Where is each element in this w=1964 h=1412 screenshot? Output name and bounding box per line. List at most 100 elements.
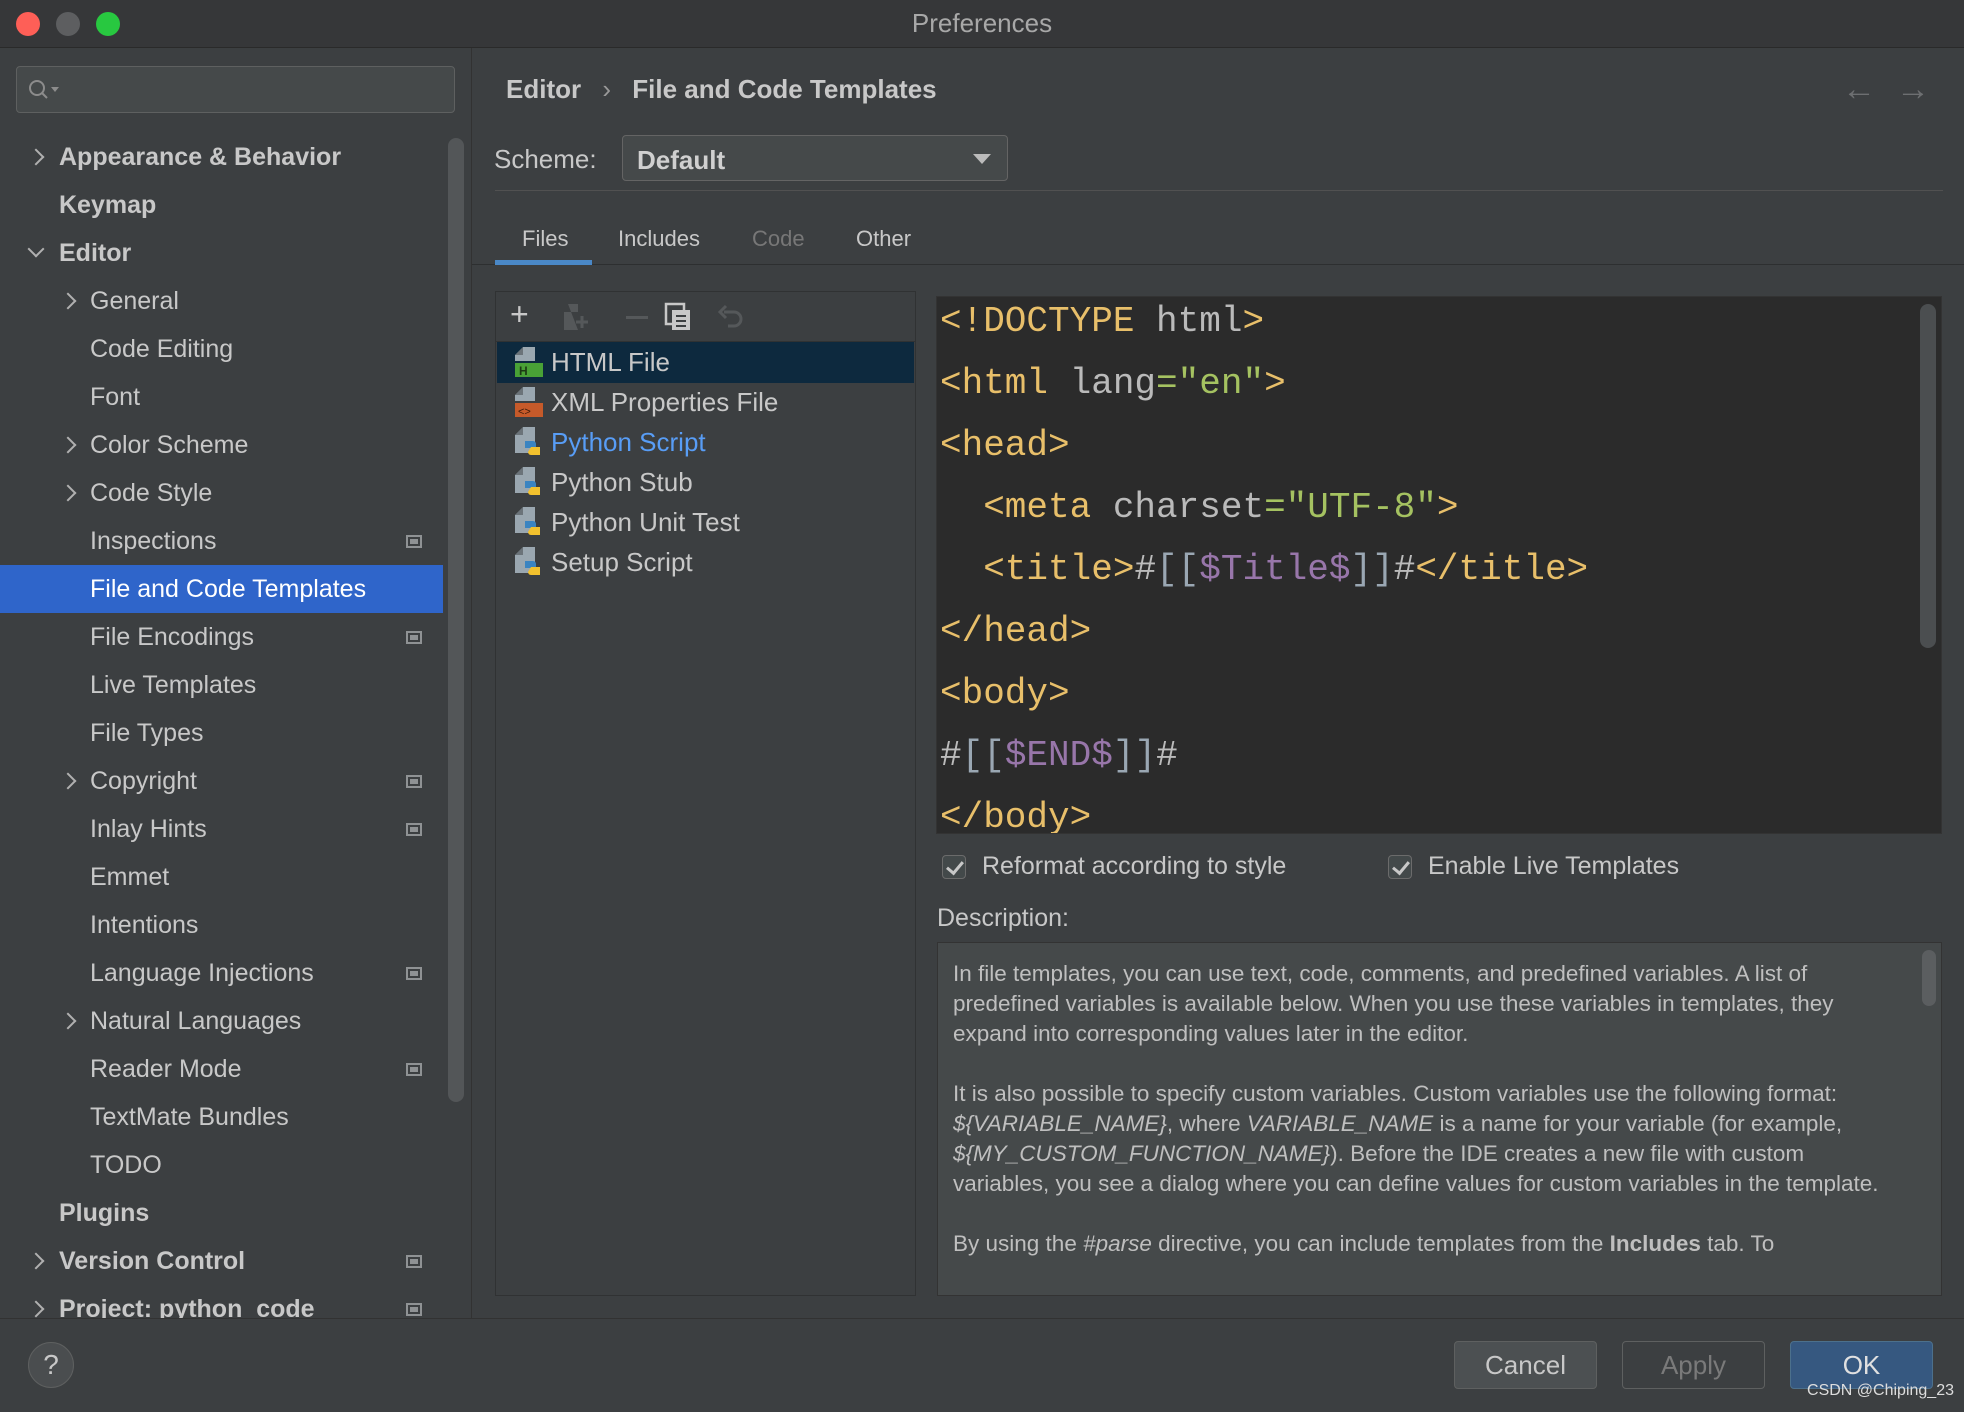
chevron-right-icon[interactable]: [59, 292, 77, 310]
sidebar-item[interactable]: Editor: [0, 229, 443, 277]
chevron-right-icon[interactable]: [59, 772, 77, 790]
template-item[interactable]: Python Stub: [497, 462, 914, 503]
sidebar-item[interactable]: TODO: [0, 1141, 443, 1189]
chevron-right-icon[interactable]: [27, 1252, 45, 1270]
copy-icon[interactable]: [664, 302, 692, 332]
help-button[interactable]: ?: [28, 1342, 74, 1388]
sidebar-item-label: Intentions: [90, 911, 199, 939]
sidebar-item[interactable]: Inspections: [0, 517, 443, 565]
sidebar-item[interactable]: Language Injections: [0, 949, 443, 997]
project-level-icon: [406, 967, 422, 980]
sidebar-item[interactable]: Appearance & Behavior: [0, 133, 443, 181]
sidebar-item-label: Emmet: [90, 863, 170, 891]
sidebar-item[interactable]: File Types: [0, 709, 443, 757]
description-segment: ${MY_CUSTOM_FUNCTION_NAME}: [953, 1141, 1331, 1166]
sidebar-item[interactable]: Color Scheme: [0, 421, 443, 469]
cancel-button[interactable]: Cancel: [1454, 1341, 1597, 1389]
code-token: >: [1436, 487, 1459, 528]
description-paragraph: In file templates, you can use text, cod…: [953, 959, 1891, 1049]
back-arrow-icon[interactable]: ←: [1842, 70, 1876, 109]
python-file-icon: [515, 467, 543, 498]
sidebar-item-label: TextMate Bundles: [90, 1103, 289, 1131]
code-token: <html: [940, 363, 1070, 404]
sidebar-item[interactable]: Copyright: [0, 757, 443, 805]
sidebar-item-label: Live Templates: [90, 671, 257, 699]
tab-other[interactable]: Other: [856, 226, 911, 252]
description-segment: #parse: [1083, 1231, 1152, 1256]
sidebar-scrollbar[interactable]: [448, 138, 464, 1102]
sidebar-item[interactable]: Reader Mode: [0, 1045, 443, 1093]
description-segment: By using the: [953, 1231, 1084, 1256]
search-input[interactable]: [16, 66, 455, 113]
add-child-template-icon[interactable]: [562, 302, 592, 334]
sidebar-item[interactable]: Live Templates: [0, 661, 443, 709]
sidebar-item[interactable]: Font: [0, 373, 443, 421]
reformat-checkbox[interactable]: [942, 855, 966, 879]
chevron-right-icon[interactable]: [27, 1300, 45, 1318]
reformat-label[interactable]: Reformat according to style: [982, 852, 1286, 881]
watermark: CSDN @Chiping_23: [1807, 1382, 1954, 1399]
add-template-button[interactable]: +: [510, 296, 529, 333]
code-token: ="UTF-8": [1264, 487, 1437, 528]
code-token: <title>: [940, 549, 1135, 590]
project-level-icon: [406, 823, 422, 836]
live-templates-checkbox[interactable]: [1388, 855, 1412, 879]
sidebar-item[interactable]: Keymap: [0, 181, 443, 229]
template-item[interactable]: H HTML File: [497, 342, 914, 383]
sidebar-item[interactable]: File Encodings: [0, 613, 443, 661]
code-token: [[: [1156, 549, 1200, 590]
scheme-dropdown[interactable]: Default: [622, 135, 1008, 181]
code-line: <!DOCTYPE html>: [940, 301, 1264, 342]
chevron-right-icon[interactable]: [59, 484, 77, 502]
sidebar-item[interactable]: Code Editing: [0, 325, 443, 373]
undo-icon[interactable]: [716, 302, 746, 332]
template-item-label: Python Script: [551, 427, 706, 457]
sidebar-item[interactable]: Inlay Hints: [0, 805, 443, 853]
sidebar-item[interactable]: Version Control: [0, 1237, 443, 1285]
sidebar-item[interactable]: Code Style: [0, 469, 443, 517]
sidebar-item[interactable]: Natural Languages: [0, 997, 443, 1045]
description-scrollbar[interactable]: [1922, 950, 1936, 1006]
sidebar-item[interactable]: Emmet: [0, 853, 443, 901]
remove-template-button[interactable]: [626, 316, 648, 319]
template-item-label: Python Stub: [551, 467, 693, 497]
editor-scrollbar[interactable]: [1920, 304, 1936, 648]
template-editor[interactable]: <!DOCTYPE html> <html lang="en"> <head> <m…: [936, 296, 1942, 834]
svg-text:H: H: [519, 364, 528, 378]
template-item[interactable]: Python Unit Test: [497, 502, 914, 543]
description-segment: ${VARIABLE_NAME}: [953, 1111, 1167, 1136]
live-templates-label[interactable]: Enable Live Templates: [1428, 852, 1679, 881]
template-item[interactable]: Python Script: [497, 422, 914, 463]
sidebar-item-label: Plugins: [59, 1199, 150, 1227]
sidebar-item[interactable]: File and Code Templates: [0, 565, 443, 613]
sidebar-item-label: Version Control: [59, 1247, 246, 1275]
template-item[interactable]: Setup Script: [497, 542, 914, 583]
forward-arrow-icon[interactable]: →: [1896, 70, 1930, 109]
template-item[interactable]: <> XML Properties File: [497, 382, 914, 423]
breadcrumb-parent[interactable]: Editor: [506, 74, 581, 104]
project-level-icon: [406, 1303, 422, 1316]
project-level-icon: [406, 631, 422, 644]
sidebar-item[interactable]: Plugins: [0, 1189, 443, 1237]
tab-includes[interactable]: Includes: [618, 226, 700, 252]
description-segment: Includes: [1609, 1231, 1701, 1256]
code-line: <body>: [940, 673, 1070, 714]
apply-button[interactable]: Apply: [1622, 1341, 1765, 1389]
title-bar: Preferences: [0, 0, 1964, 48]
sidebar-item[interactable]: TextMate Bundles: [0, 1093, 443, 1141]
sidebar-item[interactable]: General: [0, 277, 443, 325]
sidebar-item[interactable]: Intentions: [0, 901, 443, 949]
code-line: </head>: [940, 611, 1091, 652]
code-token: <body>: [940, 673, 1070, 714]
template-item-label: HTML File: [551, 347, 670, 377]
svg-text:<>: <>: [518, 406, 531, 418]
chevron-right-icon[interactable]: [27, 148, 45, 166]
description-segment: directive, you can include templates fro…: [1151, 1231, 1610, 1256]
code-token: </head>: [940, 611, 1092, 652]
chevron-right-icon[interactable]: [59, 1012, 77, 1030]
tab-files[interactable]: Files: [522, 226, 568, 252]
chevron-down-icon[interactable]: [27, 240, 45, 258]
tab-code[interactable]: Code: [752, 226, 805, 252]
chevron-right-icon[interactable]: [59, 436, 77, 454]
active-tab-indicator: [495, 260, 592, 265]
